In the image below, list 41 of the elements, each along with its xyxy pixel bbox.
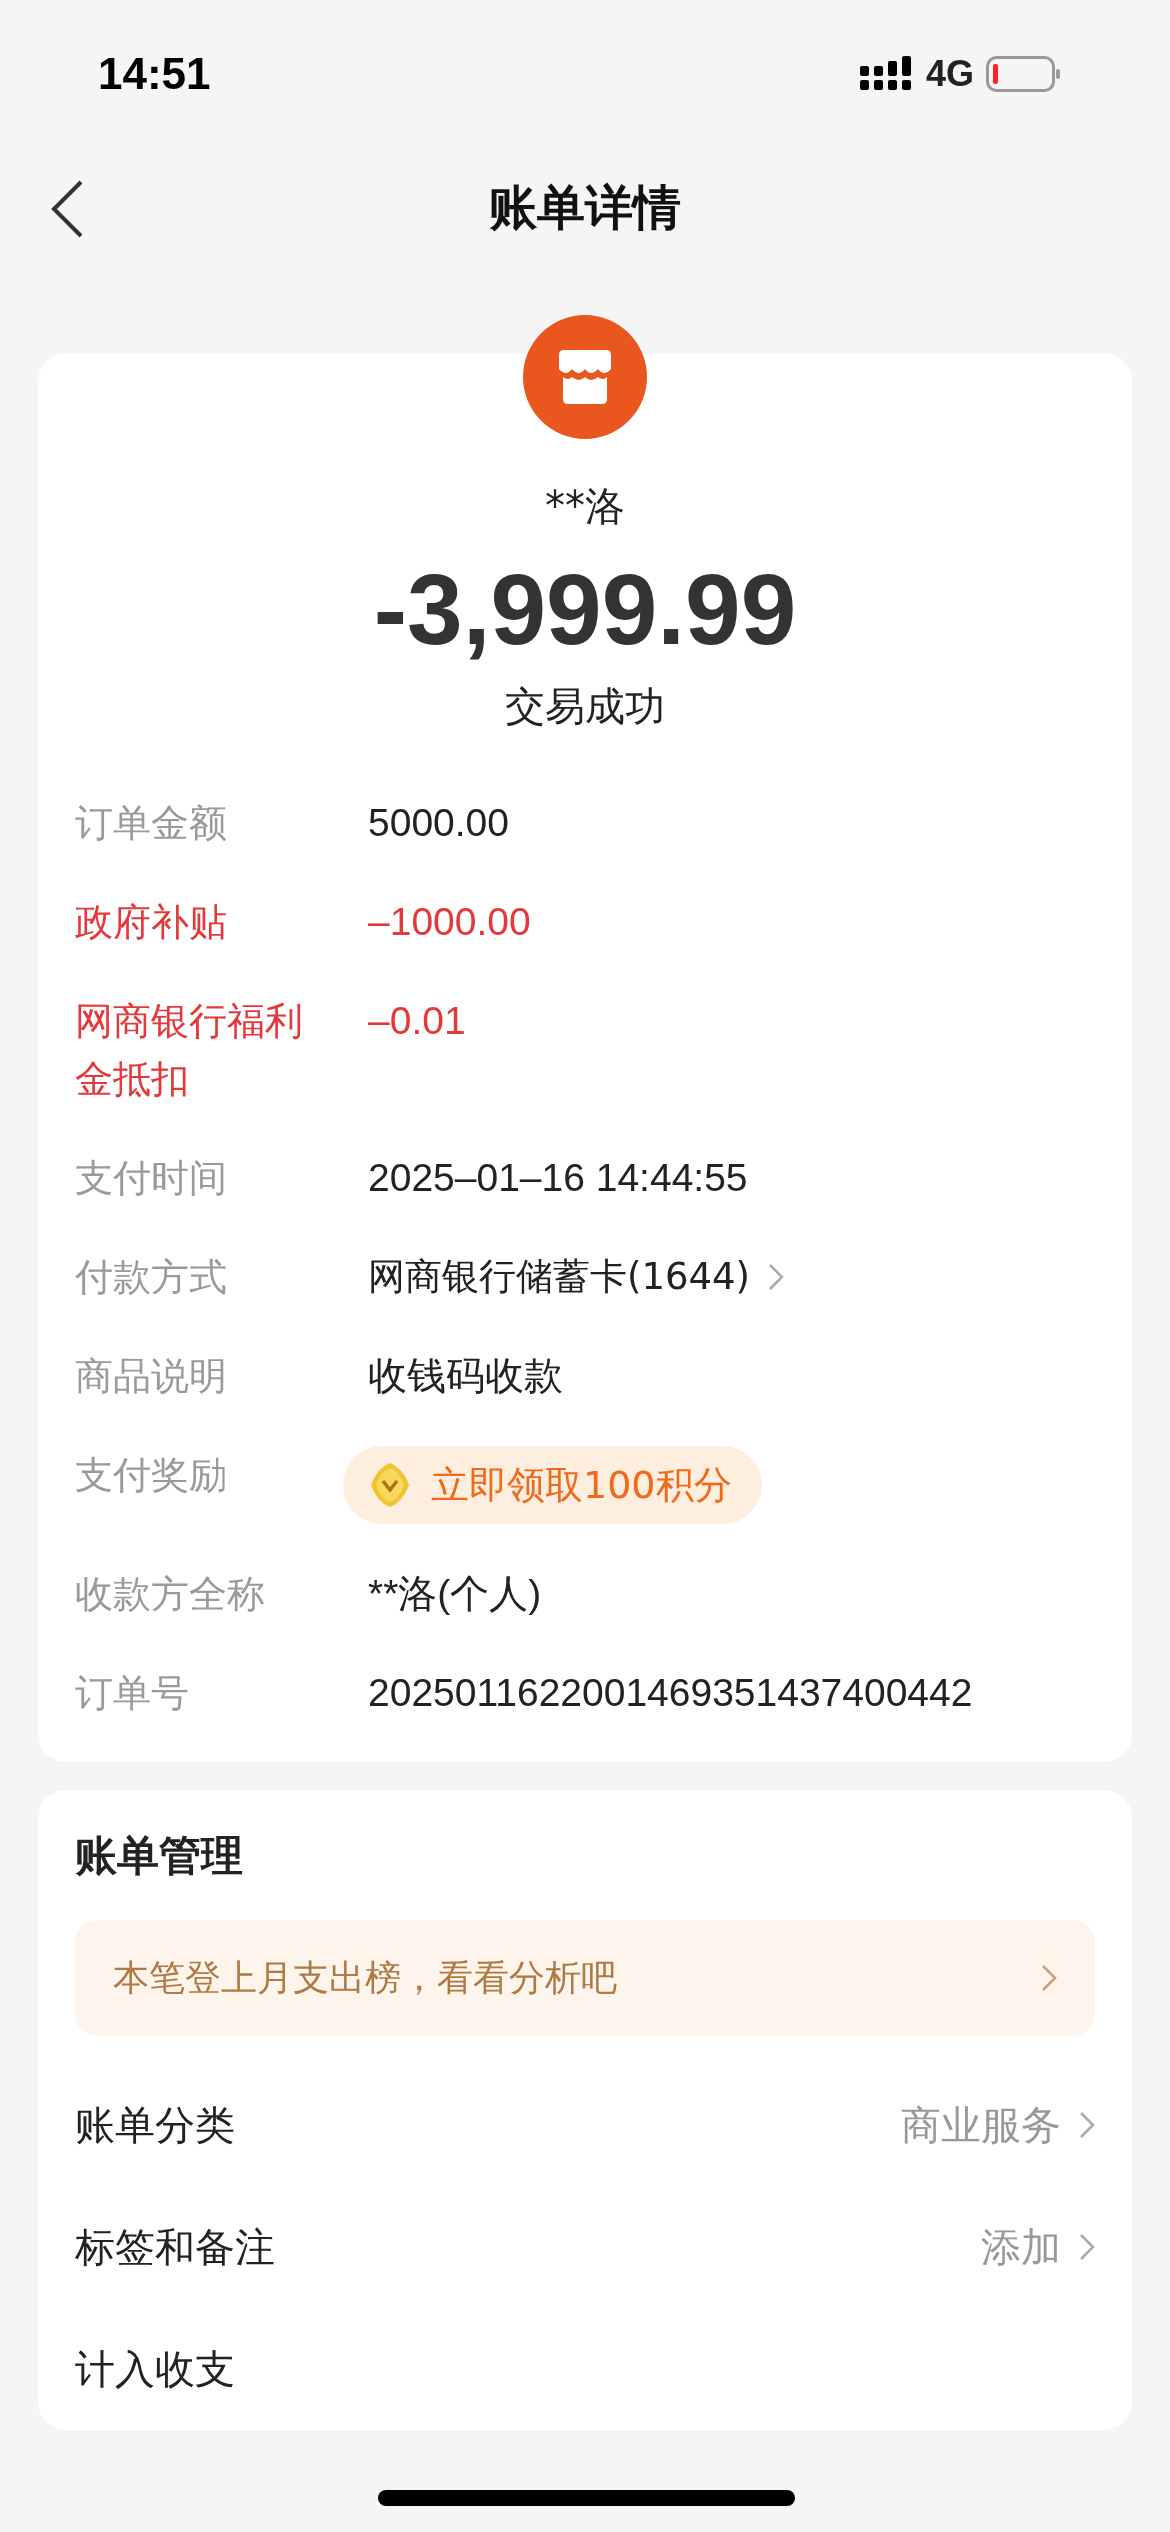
chevron-icon: [1079, 2111, 1095, 2139]
status-time: 14:51: [98, 49, 211, 99]
transaction-status: 交易成功: [505, 682, 665, 731]
setting-row[interactable]: 计入收支: [75, 2308, 1095, 2430]
detail-value: **洛(个人): [368, 1571, 542, 1617]
detail-value: 5000.00: [368, 800, 509, 846]
page-title: 账单详情: [489, 178, 681, 237]
section-title: 账单管理: [75, 1830, 244, 1882]
detail-label: 订单号: [75, 1670, 190, 1717]
banner-text: 本笔登上月支出榜，看看分析吧: [113, 1955, 617, 2000]
setting-value: 商业服务: [901, 2100, 1061, 2150]
detail-value: 2025011622001469351437400442: [368, 1670, 973, 1716]
detail-label: 支付时间: [75, 1155, 228, 1202]
detail-label: 付款方式: [75, 1254, 228, 1301]
detail-value: –0.01: [368, 998, 466, 1044]
back-icon[interactable]: [50, 180, 84, 238]
signal-icon: [859, 56, 914, 92]
chevron-icon: [768, 1263, 785, 1291]
setting-label: 标签和备注: [75, 2222, 276, 2272]
detail-label: 政府补贴: [75, 899, 228, 946]
detail-label: 商品说明: [75, 1353, 228, 1400]
detail-label: 订单金额: [75, 800, 228, 847]
battery-icon: [986, 56, 1060, 92]
setting-value: 添加: [981, 2222, 1061, 2272]
network-label: 4G: [925, 53, 974, 95]
detail-value: 收钱码收款: [368, 1353, 563, 1399]
detail-label: 收款方全称: [75, 1571, 266, 1618]
detail-label: 支付奖励: [75, 1452, 228, 1499]
detail-label: 网商银行福利金抵扣: [75, 998, 304, 1103]
payee-name: **洛: [545, 482, 625, 531]
detail-value: 2025–01–16 14:44:55: [368, 1155, 748, 1201]
setting-label: 账单分类: [75, 2100, 236, 2150]
chevron-icon: [1079, 2233, 1095, 2261]
setting-label: 计入收支: [75, 2344, 236, 2394]
detail-value: –1000.00: [368, 899, 531, 945]
amount: -3,999.99: [373, 552, 797, 667]
setting-row[interactable]: 标签和备注 添加: [75, 2186, 1095, 2308]
coin-icon: [369, 1462, 411, 1508]
setting-row[interactable]: 账单分类 商业服务: [75, 2064, 1095, 2186]
payment-method-link[interactable]: 网商银行储蓄卡(1644): [368, 1248, 785, 1306]
chevron-icon: [1041, 1964, 1057, 1992]
